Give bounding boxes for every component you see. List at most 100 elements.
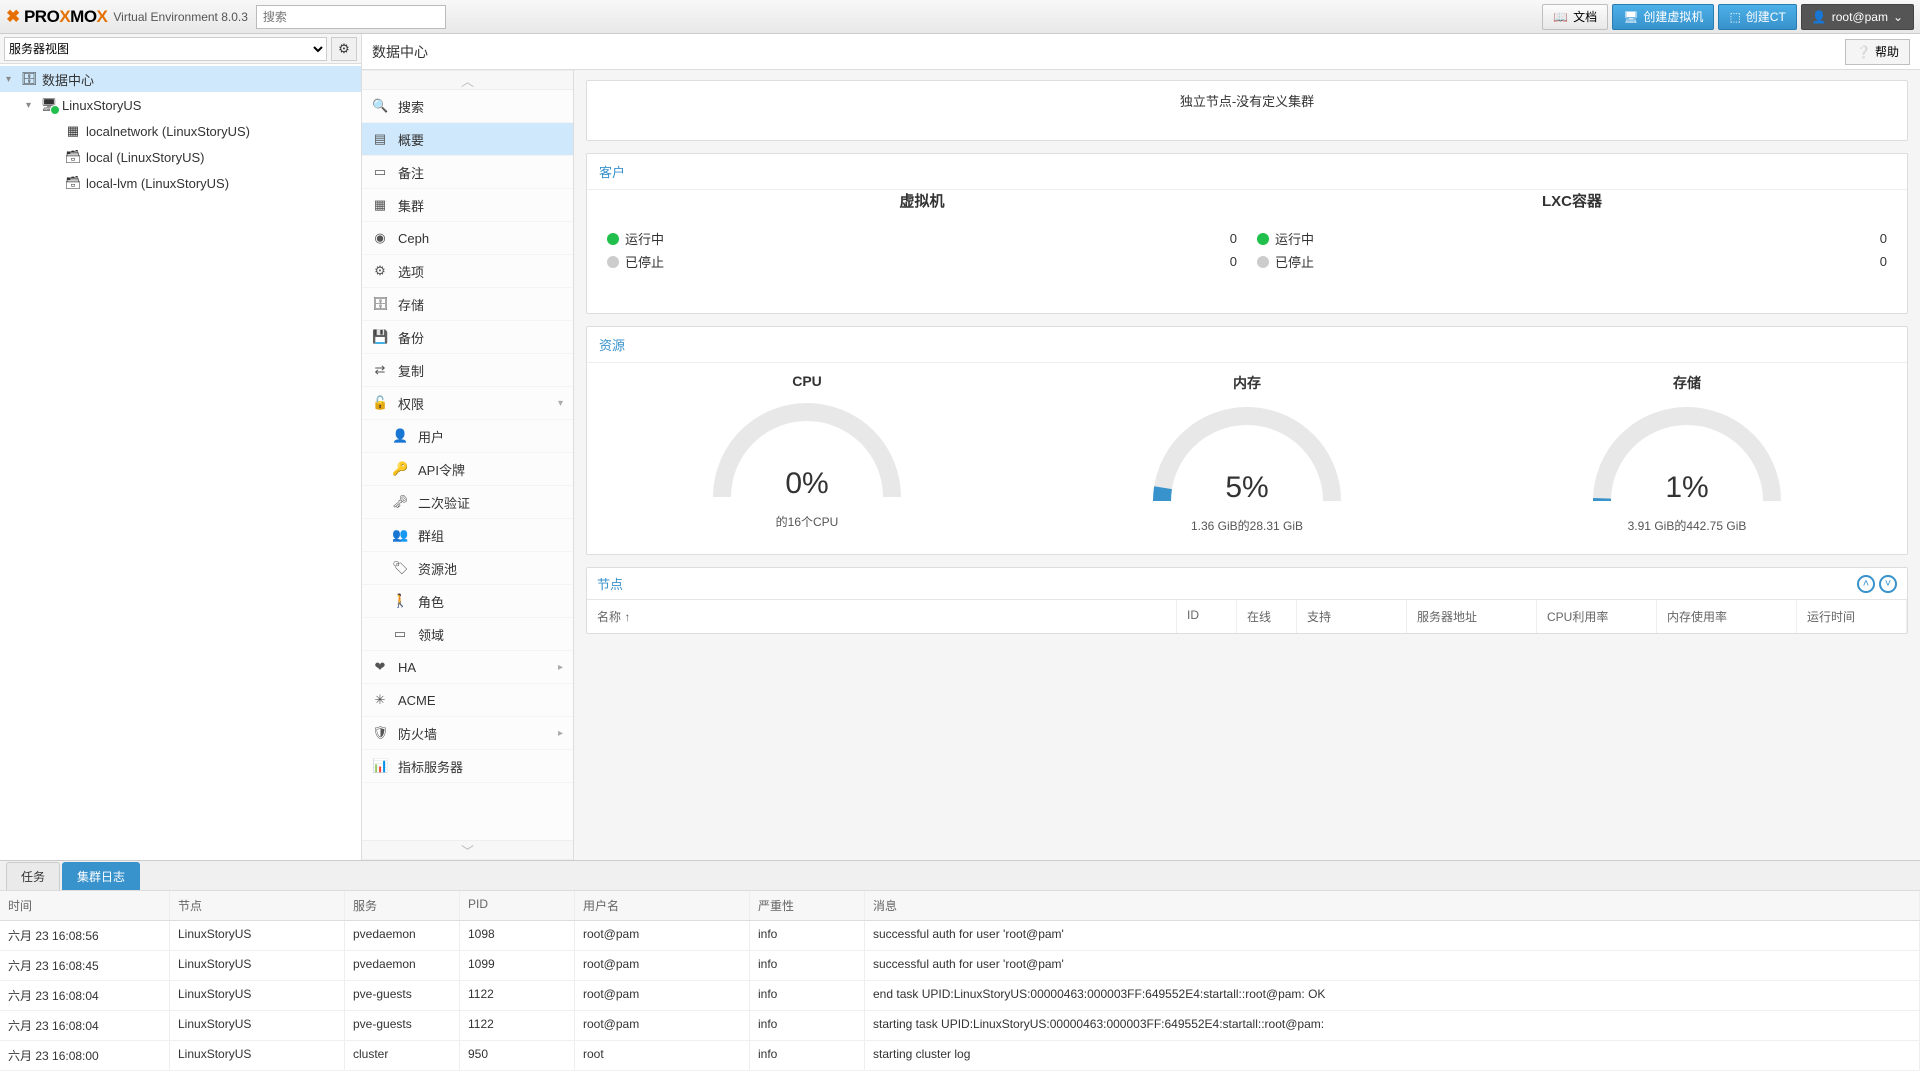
menu-acme[interactable]: ✳ACME xyxy=(362,684,573,717)
menu-summary[interactable]: ▤概要 xyxy=(362,123,573,156)
gauge-value: 0% xyxy=(707,467,907,501)
standalone-panel: 独立节点-没有定义集群 xyxy=(586,80,1908,141)
col-pid[interactable]: PID xyxy=(460,891,575,920)
expand-up-button[interactable]: ˄ xyxy=(1857,575,1875,593)
menu-metrics[interactable]: 📊指标服务器 xyxy=(362,750,573,783)
tab-cluster-log[interactable]: 集群日志 xyxy=(62,862,140,890)
menu-backup[interactable]: 💾备份 xyxy=(362,321,573,354)
col-node[interactable]: 节点 xyxy=(170,891,345,920)
menu-scroll-up[interactable]: ︿ xyxy=(362,70,573,90)
gauge-value: 1% xyxy=(1587,471,1787,505)
chevron-down-icon: ▾ xyxy=(558,398,563,409)
cell-pid: 1122 xyxy=(460,981,575,1010)
chevron-down-icon: ▾ xyxy=(26,100,40,111)
menu-notes[interactable]: ▭备注 xyxy=(362,156,573,189)
menu-options[interactable]: ⚙选项 xyxy=(362,255,573,288)
col-id[interactable]: ID xyxy=(1177,600,1237,633)
search-icon: 🔍 xyxy=(372,98,388,114)
cell-message: starting task UPID:LinuxStoryUS:00000463… xyxy=(865,1011,1920,1040)
expand-down-button[interactable]: ˅ xyxy=(1879,575,1897,593)
cell-message: starting cluster log xyxy=(865,1041,1920,1070)
create-vm-label: 创建虚拟机 xyxy=(1643,8,1703,25)
col-addr[interactable]: 服务器地址 xyxy=(1407,600,1537,633)
create-vm-button[interactable]: 🖥创建虚拟机 xyxy=(1612,4,1714,30)
col-uptime[interactable]: 运行时间 xyxy=(1797,600,1907,633)
view-selector-bar: 服务器视图 ⚙ xyxy=(0,34,361,64)
vm-stopped-count: 0 xyxy=(1230,254,1237,269)
user-menu-button[interactable]: 👤root@pam⌄ xyxy=(1801,4,1914,30)
logo: ✖ PROXMOX xyxy=(6,7,107,27)
col-mem[interactable]: 内存使用率 xyxy=(1657,600,1797,633)
panel-title: 客户 xyxy=(587,154,1907,190)
heartbeat-icon: ❤ xyxy=(372,659,388,675)
menu-tokens[interactable]: 🔑API令牌 xyxy=(362,453,573,486)
panel-title: 资源 xyxy=(587,327,1907,363)
menu-permissions[interactable]: 🔓权限▾ xyxy=(362,387,573,420)
tree-node[interactable]: ▾ 🖥 LinuxStoryUS xyxy=(0,92,361,118)
status-dot-running xyxy=(607,233,619,245)
col-time[interactable]: 时间 xyxy=(0,891,170,920)
log-row[interactable]: 六月 23 16:08:04 LinuxStoryUS pve-guests 1… xyxy=(0,981,1920,1011)
menu-2fa[interactable]: 🗝二次验证 xyxy=(362,486,573,519)
cell-node: LinuxStoryUS xyxy=(170,1041,345,1070)
log-row[interactable]: 六月 23 16:08:04 LinuxStoryUS pve-guests 1… xyxy=(0,1011,1920,1041)
cell-severity: info xyxy=(750,1011,865,1040)
menu-storage[interactable]: 🗄存储 xyxy=(362,288,573,321)
lxc-column: LXC容器 运行中0 已停止0 xyxy=(1257,190,1887,273)
log-panel: 任务 集群日志 时间 节点 服务 PID 用户名 严重性 消息 六月 23 16… xyxy=(0,860,1920,1080)
vm-title: 虚拟机 xyxy=(607,190,1237,211)
menu-groups[interactable]: 👥群组 xyxy=(362,519,573,552)
tree-storage-item[interactable]: 🗃 local (LinuxStoryUS) xyxy=(0,144,361,170)
menu-realms[interactable]: ▭领域 xyxy=(362,618,573,651)
cell-service: cluster xyxy=(345,1041,460,1070)
tree-storage-item[interactable]: 🗃 local-lvm (LinuxStoryUS) xyxy=(0,170,361,196)
col-message[interactable]: 消息 xyxy=(865,891,1920,920)
cell-time: 六月 23 16:08:45 xyxy=(0,951,170,980)
tab-tasks[interactable]: 任务 xyxy=(6,862,60,890)
tree-datacenter[interactable]: ▾ 🗄 数据中心 xyxy=(0,66,361,92)
menu-ha[interactable]: ❤HA▸ xyxy=(362,651,573,684)
col-service[interactable]: 服务 xyxy=(345,891,460,920)
user-icon: 👤 xyxy=(392,428,408,444)
menu-ceph[interactable]: ◉Ceph xyxy=(362,222,573,255)
menu-pools[interactable]: 🏷资源池 xyxy=(362,552,573,585)
center-header: 数据中心 ❔帮助 xyxy=(362,34,1920,70)
cell-service: pve-guests xyxy=(345,981,460,1010)
global-search-input[interactable] xyxy=(256,5,446,29)
id-icon: ▭ xyxy=(392,626,408,642)
key-icon: 🔑 xyxy=(392,461,408,477)
sidebar: 服务器视图 ⚙ ▾ 🗄 数据中心 ▾ 🖥 LinuxStoryUS ▦ loca… xyxy=(0,34,362,860)
view-select[interactable]: 服务器视图 xyxy=(4,37,327,61)
log-row[interactable]: 六月 23 16:08:56 LinuxStoryUS pvedaemon 10… xyxy=(0,921,1920,951)
menu-firewall[interactable]: 🛡防火墙▸ xyxy=(362,717,573,750)
log-row[interactable]: 六月 23 16:08:00 LinuxStoryUS cluster 950 … xyxy=(0,1041,1920,1071)
nodes-table-header: 名称 ↑ ID 在线 支持 服务器地址 CPU利用率 内存使用率 运行时间 xyxy=(587,599,1907,633)
node-icon: 🖥 xyxy=(40,97,58,113)
log-row[interactable]: 六月 23 16:08:45 LinuxStoryUS pvedaemon 10… xyxy=(0,951,1920,981)
col-user[interactable]: 用户名 xyxy=(575,891,750,920)
col-cpu[interactable]: CPU利用率 xyxy=(1537,600,1657,633)
view-settings-button[interactable]: ⚙ xyxy=(331,37,357,61)
chevron-down-icon: ▾ xyxy=(6,74,20,85)
menu-cluster[interactable]: ▦集群 xyxy=(362,189,573,222)
create-ct-button[interactable]: ⬚创建CT xyxy=(1718,4,1796,30)
help-button[interactable]: ❔帮助 xyxy=(1845,39,1910,65)
col-support[interactable]: 支持 xyxy=(1297,600,1407,633)
cell-service: pvedaemon xyxy=(345,951,460,980)
col-online[interactable]: 在线 xyxy=(1237,600,1297,633)
tag-icon: 🏷 xyxy=(392,560,408,576)
chart-icon: 📊 xyxy=(372,758,388,774)
content-area[interactable]: 独立节点-没有定义集群 客户 虚拟机 运行中0 已停止0 LXC容器 运行中0 xyxy=(574,70,1920,860)
menu-search[interactable]: 🔍搜索 xyxy=(362,90,573,123)
tree-storage-item[interactable]: ▦ localnetwork (LinuxStoryUS) xyxy=(0,118,361,144)
menu-scroll-down[interactable]: ﹀ xyxy=(362,840,573,860)
menu-roles[interactable]: 🚶角色 xyxy=(362,585,573,618)
gauge-subtitle: 1.36 GiB的28.31 GiB xyxy=(1147,517,1347,534)
col-severity[interactable]: 严重性 xyxy=(750,891,865,920)
docs-button[interactable]: 📖文档 xyxy=(1542,4,1608,30)
menu-users[interactable]: 👤用户 xyxy=(362,420,573,453)
menu-replication[interactable]: ⇄复制 xyxy=(362,354,573,387)
cell-user: root@pam xyxy=(575,951,750,980)
gauge-title: CPU xyxy=(707,373,907,389)
col-name[interactable]: 名称 ↑ xyxy=(587,600,1177,633)
